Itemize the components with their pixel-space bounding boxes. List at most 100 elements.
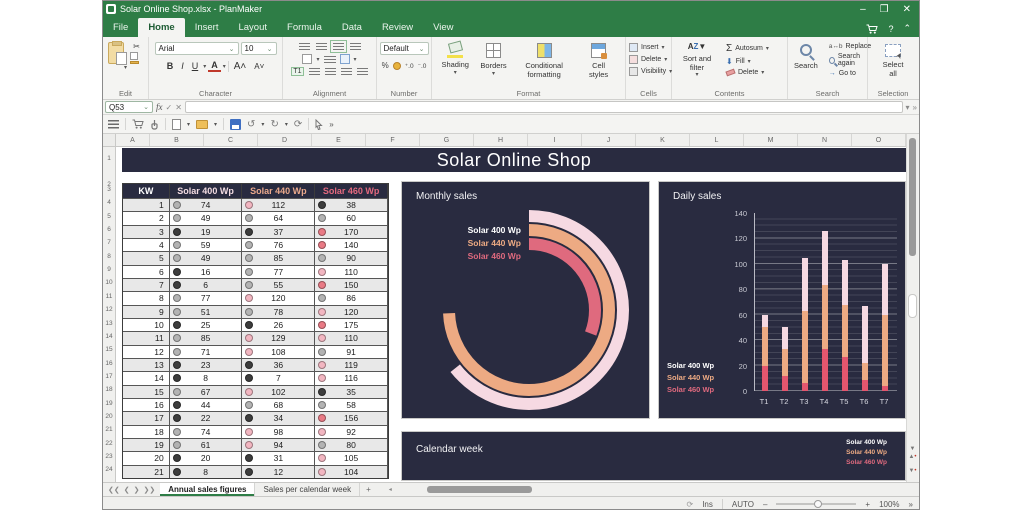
align-middle-icon[interactable] [316,43,327,50]
cell-value[interactable]: 74 [170,425,243,438]
cell-value[interactable]: 112 [242,198,315,211]
cell-value[interactable]: 49 [170,211,243,224]
cell-value[interactable]: 105 [315,451,388,464]
add-sheet-button[interactable]: + [360,483,377,496]
percent-format-icon[interactable]: % [382,61,389,70]
cell-value[interactable]: 110 [315,265,388,278]
sync-icon[interactable]: ⟳ [687,500,694,509]
table-row[interactable]: 172234156 [123,411,388,424]
row-header-23[interactable]: 23 [103,453,115,460]
cell-kw[interactable]: 3 [123,225,170,238]
cell-value[interactable]: 119 [315,358,388,371]
shrink-font-button[interactable]: A˅ [251,62,267,71]
borders-button[interactable]: Borders▾ [476,40,510,78]
table-row[interactable]: 87712086 [123,291,388,304]
row-header-5[interactable]: 5 [103,213,115,220]
cell-value[interactable]: 98 [242,425,315,438]
menu-tab-review[interactable]: Review [372,18,423,37]
delete-contents-button[interactable]: Delete▾ [726,69,769,76]
cell-kw[interactable]: 20 [123,451,170,464]
column-header-J[interactable]: J [582,134,636,146]
row-header-24[interactable]: 24 [103,466,115,473]
cell-value[interactable]: 77 [242,265,315,278]
next-object-icon[interactable]: ▼• [907,468,918,474]
row-header-19[interactable]: 19 [103,400,115,407]
horizontal-scrollbar[interactable]: ◂ [387,485,917,494]
cell-value[interactable]: 8 [170,465,243,478]
menu-tab-layout[interactable]: Layout [228,18,277,37]
cell-value[interactable]: 91 [315,345,388,358]
font-size-combo[interactable]: 10⌄ [241,42,277,55]
cell-value[interactable]: 60 [315,211,388,224]
table-row[interactable]: 132336119 [123,358,388,371]
column-header-L[interactable]: L [690,134,744,146]
select-all-button[interactable]: Select all [874,44,912,78]
zoom-slider[interactable] [776,503,856,505]
split-handle[interactable] [908,294,917,318]
shading-button[interactable]: Shading▾ [437,40,473,77]
auto-indicator[interactable]: AUTO [732,500,754,509]
menu-tab-data[interactable]: Data [332,18,372,37]
cell-kw[interactable]: 7 [123,278,170,291]
table-row[interactable]: 95178120 [123,305,388,318]
toolbar-menu-icon[interactable] [108,120,119,129]
cell-styles-button[interactable]: Cell styles [578,40,620,79]
cell-value[interactable]: 36 [242,358,315,371]
zoom-level[interactable]: 100% [879,500,899,509]
table-row[interactable]: 31937170 [123,225,388,238]
cell-value[interactable]: 116 [315,371,388,384]
cell-value[interactable]: 58 [315,398,388,411]
cell-kw[interactable]: 15 [123,385,170,398]
merge-cells-icon[interactable] [340,54,350,64]
touch-mode-icon[interactable] [150,119,159,130]
table-row[interactable]: 202031105 [123,451,388,464]
cell-value[interactable]: 61 [170,438,243,451]
table-row[interactable]: 127110891 [123,345,388,358]
menu-tab-formula[interactable]: Formula [277,18,332,37]
insert-cells-button[interactable]: Insert▾ [629,43,665,52]
next-sheet-icon[interactable]: ❯ [134,486,140,494]
table-row[interactable]: 18749892 [123,425,388,438]
cell-value[interactable]: 55 [242,278,315,291]
table-row[interactable]: 17411238 [123,198,388,211]
cell-value[interactable]: 175 [315,318,388,331]
search-button[interactable]: Search [790,44,822,71]
cell-value[interactable]: 92 [315,425,388,438]
last-sheet-icon[interactable]: ❯❯ [143,486,155,494]
cell-value[interactable]: 78 [242,305,315,318]
font-name-combo[interactable]: Arial⌄ [155,42,239,55]
menu-tab-view[interactable]: View [423,18,463,37]
statusbar-overflow[interactable]: » [909,500,913,509]
cell-value[interactable]: 64 [242,211,315,224]
restore-button[interactable]: ❐ [880,4,889,15]
cell-value[interactable]: 120 [242,291,315,304]
remove-decimal-icon[interactable]: ⁻.0 [418,62,427,70]
bold-button[interactable]: B [164,61,177,71]
confirm-entry-button[interactable]: ✓ [166,103,173,112]
cell-kw[interactable]: 6 [123,265,170,278]
row-header-21[interactable]: 21 [103,426,115,433]
table-row[interactable]: 1487116 [123,371,388,384]
insert-function-button[interactable]: fx [156,102,163,112]
cell-value[interactable]: 26 [242,318,315,331]
cell-value[interactable]: 19 [170,225,243,238]
cell-value[interactable]: 102 [242,385,315,398]
vertical-scrollbar-thumb[interactable] [909,138,916,256]
row-header-20[interactable]: 20 [103,413,115,420]
pointer-icon[interactable] [315,119,323,130]
row-header-1[interactable]: 1 [103,155,115,162]
column-header-A[interactable]: A [116,134,150,146]
sheet-tab-annual-sales-figures[interactable]: Annual sales figures [160,483,255,496]
select-all-corner[interactable] [103,134,116,146]
paste-icon[interactable] [108,42,124,64]
cell-value[interactable]: 86 [315,291,388,304]
column-header-B[interactable]: B [150,134,204,146]
align-center-icon[interactable] [325,68,336,75]
cell-value[interactable]: 8 [170,371,243,384]
column-header-F[interactable]: F [366,134,420,146]
cell-kw[interactable]: 12 [123,345,170,358]
row-header-15[interactable]: 15 [103,346,115,353]
row-header-22[interactable]: 22 [103,440,115,447]
zoom-in-button[interactable]: + [865,500,870,509]
menu-tab-insert[interactable]: Insert [185,18,229,37]
